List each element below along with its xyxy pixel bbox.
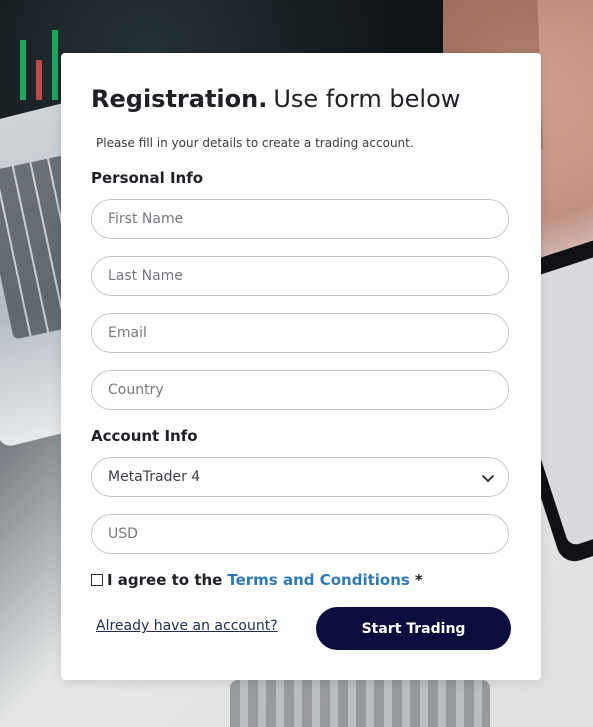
terms-agreement: I agree to the Terms and Conditions * bbox=[91, 571, 423, 589]
title-light: Use form below bbox=[273, 85, 461, 113]
email-input[interactable] bbox=[92, 314, 508, 352]
country-input[interactable] bbox=[92, 371, 508, 409]
section-account-info: Account Info bbox=[91, 427, 198, 445]
currency-field[interactable] bbox=[91, 514, 509, 554]
email-field[interactable] bbox=[91, 313, 509, 353]
chevron-down-icon bbox=[482, 475, 494, 482]
watch-backdrop bbox=[230, 680, 490, 727]
form-subtitle: Please fill in your details to create a … bbox=[96, 136, 414, 150]
last-name-field[interactable] bbox=[91, 256, 509, 296]
last-name-input[interactable] bbox=[92, 257, 508, 295]
page-title: Registration. Use form below bbox=[91, 85, 460, 113]
platform-select[interactable]: MetaTrader 4 bbox=[91, 457, 509, 497]
start-trading-button[interactable]: Start Trading bbox=[316, 607, 511, 650]
terms-link[interactable]: Terms and Conditions bbox=[227, 571, 409, 589]
currency-input[interactable] bbox=[92, 515, 508, 553]
section-personal-info: Personal Info bbox=[91, 169, 204, 187]
chart-candle bbox=[20, 40, 26, 100]
registration-card: Registration. Use form below Please fill … bbox=[61, 53, 541, 680]
required-mark: * bbox=[414, 571, 423, 589]
chart-candle bbox=[52, 30, 58, 100]
platform-selected-value: MetaTrader 4 bbox=[108, 469, 201, 485]
agree-text: I agree to the bbox=[107, 571, 223, 589]
chart-candle bbox=[36, 60, 42, 100]
first-name-field[interactable] bbox=[91, 199, 509, 239]
first-name-input[interactable] bbox=[92, 200, 508, 238]
title-bold: Registration. bbox=[91, 85, 268, 113]
login-link[interactable]: Already have an account? bbox=[96, 618, 278, 634]
terms-checkbox[interactable] bbox=[91, 574, 103, 586]
country-field[interactable] bbox=[91, 370, 509, 410]
